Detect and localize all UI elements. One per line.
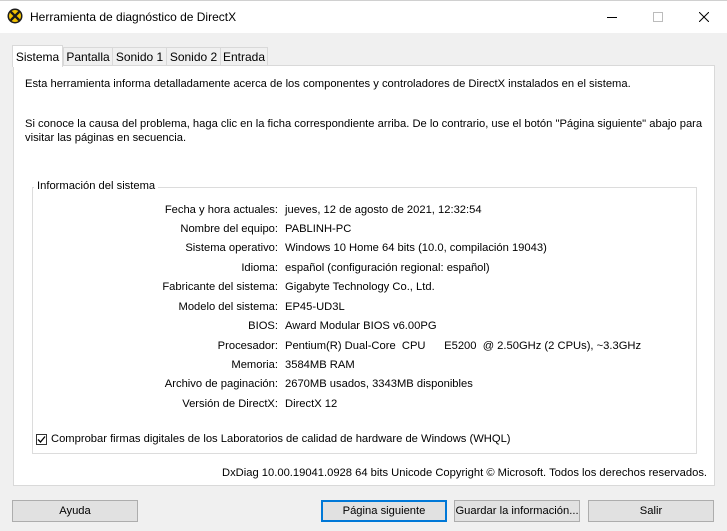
info-row-manufacturer: Fabricante del sistema: Gigabyte Technol… (14, 281, 714, 297)
minimize-button[interactable] (589, 1, 635, 33)
info-row-memory: Memoria: 3584MB RAM (14, 359, 714, 375)
minimize-icon (607, 12, 617, 22)
tab-pantalla[interactable]: Pantalla (63, 47, 113, 66)
info-value: jueves, 12 de agosto de 2021, 12:32:54 (285, 204, 482, 216)
close-button[interactable] (681, 1, 727, 33)
info-row-date: Fecha y hora actuales: jueves, 12 de ago… (14, 204, 714, 220)
close-icon (699, 12, 709, 22)
info-value: Gigabyte Technology Co., Ltd. (285, 281, 435, 293)
info-row-language: Idioma: español (configuración regional:… (14, 262, 714, 278)
whql-label: Comprobar firmas digitales de los Labora… (51, 433, 511, 445)
info-value: Windows 10 Home 64 bits (10.0, compilaci… (285, 242, 547, 254)
whql-checkbox[interactable] (36, 433, 47, 445)
help-button[interactable]: Ayuda (12, 500, 138, 522)
instructions-text: Si conoce la causa del problema, haga cl… (25, 118, 703, 144)
version-copyright-text: DxDiag 10.00.19041.0928 64 bits Unicode … (222, 467, 708, 479)
window-title: Herramienta de diagnóstico de DirectX (30, 10, 237, 24)
info-label: Memoria: (231, 359, 278, 371)
info-label: Procesador: (217, 340, 278, 352)
info-row-os: Sistema operativo: Windows 10 Home 64 bi… (14, 242, 714, 258)
info-label: Fabricante del sistema: (162, 281, 278, 293)
title-bar[interactable]: Herramienta de diagnóstico de DirectX (0, 1, 727, 33)
dxdiag-window: Herramienta de diagnóstico de DirectX Si… (0, 0, 727, 531)
info-value: EP45-UD3L (285, 301, 345, 313)
info-label: Modelo del sistema: (178, 301, 279, 313)
intro-text: Esta herramienta informa detalladamente … (25, 78, 631, 90)
info-label: Nombre del equipo: (180, 223, 278, 235)
system-info-title: Información del sistema (34, 180, 159, 192)
next-page-button[interactable]: Página siguiente (321, 500, 447, 522)
info-value: PABLINH-PC (285, 223, 352, 235)
info-value: 3584MB RAM (285, 359, 355, 371)
maximize-icon (653, 12, 663, 22)
info-value: 2670MB usados, 3343MB disponibles (285, 378, 473, 390)
info-row-directx-version: Versión de DirectX: DirectX 12 (14, 398, 714, 414)
info-label: Sistema operativo: (185, 242, 278, 254)
info-row-model: Modelo del sistema: EP45-UD3L (14, 301, 714, 317)
info-label: Archivo de paginación: (164, 378, 278, 390)
info-row-processor: Procesador: Pentium(R) Dual-Core CPU E52… (14, 340, 714, 356)
sistema-panel: Esta herramienta informa detalladamente … (13, 65, 715, 486)
info-row-bios: BIOS: Award Modular BIOS v6.00PG (14, 320, 714, 336)
info-value: DirectX 12 (285, 398, 338, 410)
tab-sistema[interactable]: Sistema (12, 45, 63, 67)
info-label: Idioma: (241, 262, 278, 274)
info-row-pagefile: Archivo de paginación: 2670MB usados, 33… (14, 378, 714, 394)
tab-sonido-1[interactable]: Sonido 1 (112, 47, 167, 66)
info-value: Pentium(R) Dual-Core CPU E5200 @ 2.50GHz… (285, 340, 642, 352)
tab-entrada[interactable]: Entrada (220, 47, 268, 66)
info-label: Fecha y hora actuales: (164, 204, 278, 216)
whql-checkbox-row[interactable]: Comprobar firmas digitales de los Labora… (36, 433, 511, 445)
checkmark-icon (37, 435, 46, 443)
tab-sonido-2[interactable]: Sonido 2 (166, 47, 221, 66)
info-value: español (configuración regional: español… (285, 262, 490, 274)
maximize-button[interactable] (635, 1, 681, 33)
info-value: Award Modular BIOS v6.00PG (285, 320, 437, 332)
exit-button[interactable]: Salir (588, 500, 714, 522)
info-label: Versión de DirectX: (182, 398, 278, 410)
info-label: BIOS: (248, 320, 278, 332)
save-info-button[interactable]: Guardar la información... (454, 500, 580, 522)
info-row-computer-name: Nombre del equipo: PABLINH-PC (14, 223, 714, 239)
directx-x-icon (7, 8, 23, 24)
